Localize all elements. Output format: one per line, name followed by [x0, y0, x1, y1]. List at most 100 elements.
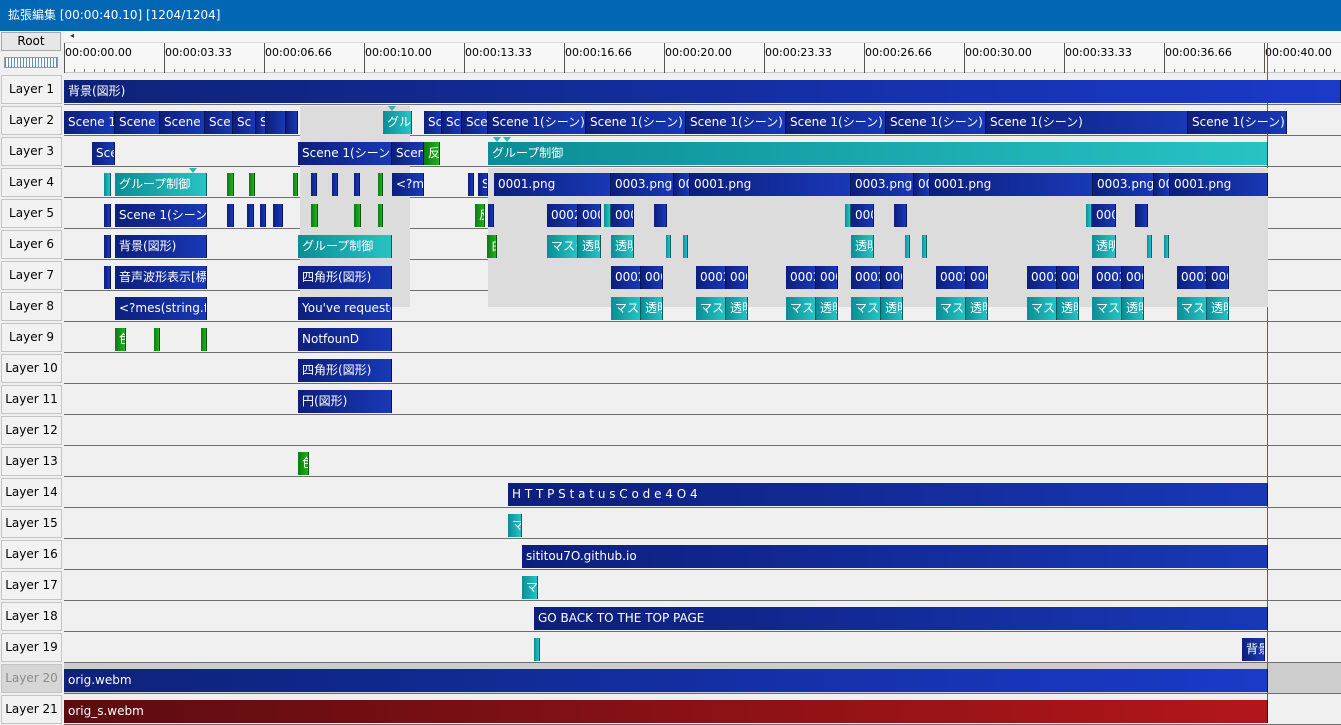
- layer-header[interactable]: Layer 11: [1, 385, 62, 414]
- timeline-object[interactable]: マスク: [611, 297, 641, 320]
- layer-track[interactable]: [64, 384, 1341, 415]
- horizontal-scrollbar[interactable]: [64, 31, 1341, 43]
- timeline-object[interactable]: マスク: [547, 235, 578, 258]
- timeline-object[interactable]: 透明: [816, 297, 838, 320]
- timeline-object[interactable]: Sce: [442, 111, 462, 134]
- timeline-object[interactable]: [293, 173, 298, 196]
- timeline-object[interactable]: 000: [1122, 266, 1144, 289]
- timeline-object[interactable]: Scene 1(シーン): [298, 142, 392, 165]
- timeline-object[interactable]: 000: [1057, 266, 1079, 289]
- timeline-object[interactable]: [227, 204, 234, 227]
- timeline-object[interactable]: Scene 1(シーン): [786, 111, 886, 134]
- timeline-object[interactable]: Scen: [462, 111, 488, 134]
- layer-track[interactable]: [64, 353, 1341, 384]
- timeline-object[interactable]: [654, 204, 667, 227]
- layer-track[interactable]: [64, 446, 1341, 477]
- timeline-object[interactable]: グループ制御: [115, 173, 207, 196]
- timeline-object[interactable]: 透明: [726, 297, 748, 320]
- timeline-object[interactable]: グループ制御: [383, 111, 412, 134]
- layer-header[interactable]: Layer 15: [1, 509, 62, 538]
- timeline-object[interactable]: 000: [816, 266, 838, 289]
- timeline-object[interactable]: マスク: [786, 297, 816, 320]
- timeline-object[interactable]: 0002: [547, 204, 578, 227]
- timeline-object[interactable]: orig.webm: [64, 669, 1268, 692]
- layer-header[interactable]: Layer 16: [1, 540, 62, 569]
- timeline-object[interactable]: Scene 1(シーン): [64, 111, 115, 134]
- timeline-object[interactable]: 色: [115, 328, 126, 351]
- timeline-object[interactable]: <?mes(string.format: [115, 297, 207, 320]
- timeline-object[interactable]: [104, 173, 111, 196]
- root-button[interactable]: Root: [1, 32, 61, 51]
- timeline-object[interactable]: マスク: [696, 297, 726, 320]
- timeline-object[interactable]: 透明: [611, 235, 634, 258]
- layer-track[interactable]: [64, 508, 1341, 539]
- timeline-object[interactable]: [1147, 235, 1152, 258]
- timeline-object[interactable]: 背景(図形): [115, 235, 207, 258]
- timeline-object[interactable]: Scene 1(シーン): [115, 204, 207, 227]
- timeline-object[interactable]: グループ制御: [488, 142, 1268, 165]
- timeline-object[interactable]: 白: [487, 235, 497, 258]
- layer-header[interactable]: Layer 2: [1, 106, 62, 135]
- layer-header[interactable]: Layer 21: [1, 695, 62, 724]
- timeline-object[interactable]: [260, 204, 266, 227]
- timeline-object[interactable]: 色: [298, 452, 309, 475]
- timeline-object[interactable]: [332, 173, 338, 196]
- layer-track[interactable]: [64, 570, 1341, 601]
- layer-header[interactable]: Layer 18: [1, 602, 62, 631]
- timeline-object[interactable]: [249, 173, 255, 196]
- timeline-object[interactable]: 背景: [1242, 638, 1265, 661]
- timeline-object[interactable]: [354, 204, 361, 227]
- timeline-object[interactable]: 透明: [851, 235, 874, 258]
- layer-header[interactable]: Layer 7: [1, 261, 62, 290]
- timeline-object[interactable]: マスク: [851, 297, 881, 320]
- layer-header[interactable]: Layer 9: [1, 323, 62, 352]
- timeline-object[interactable]: マスク: [1177, 297, 1207, 320]
- timeline-object[interactable]: [1164, 235, 1169, 258]
- timeline-object[interactable]: 000: [881, 266, 903, 289]
- timeline-object[interactable]: [266, 111, 286, 134]
- scroll-left-arrow-icon[interactable]: ◂: [66, 30, 78, 42]
- timeline-object[interactable]: Scene: [115, 111, 160, 134]
- timeline-object[interactable]: マスク: [936, 297, 966, 320]
- time-ruler[interactable]: 00:00:00.00 00:00:03.33 00:00:06.66 00:00:1…: [64, 43, 1341, 73]
- timeline-object[interactable]: 000: [966, 266, 988, 289]
- timeline-object[interactable]: 000: [641, 266, 663, 289]
- timeline-object[interactable]: 0001.png: [1170, 173, 1268, 196]
- timeline-object[interactable]: 0003.png: [851, 173, 914, 196]
- timeline-object[interactable]: [154, 328, 160, 351]
- timeline-object[interactable]: [922, 235, 927, 258]
- timeline-object[interactable]: sititou7O.github.io: [522, 545, 1268, 568]
- timeline-object[interactable]: 四角形(図形): [298, 359, 392, 382]
- timeline-object[interactable]: orig_s.webm: [64, 700, 1268, 723]
- timeline-object[interactable]: [534, 638, 540, 661]
- timeline-object[interactable]: Scene: [92, 142, 115, 165]
- timeline-object[interactable]: Scene 1(シーン): [986, 111, 1188, 134]
- timeline-object[interactable]: Scene: [392, 142, 424, 165]
- timeline-object[interactable]: [683, 235, 688, 258]
- zoom-scale-slider[interactable]: [4, 57, 58, 68]
- timeline-object[interactable]: 0002: [936, 266, 966, 289]
- timeline-object[interactable]: グループ制御: [298, 235, 392, 258]
- layer-track[interactable]: [64, 632, 1341, 663]
- timeline-object[interactable]: Scene 1(シーン): [886, 111, 986, 134]
- timeline-object[interactable]: [104, 235, 111, 258]
- timeline-object[interactable]: [488, 204, 494, 227]
- timeline-object[interactable]: 透明: [966, 297, 988, 320]
- timeline-object[interactable]: 反: [475, 204, 485, 227]
- timeline-object[interactable]: Sce: [205, 111, 233, 134]
- timeline-object[interactable]: 0004: [611, 204, 634, 227]
- timeline-object[interactable]: 背景(図形): [64, 80, 1341, 103]
- timeline-object[interactable]: [227, 173, 234, 196]
- timeline-object[interactable]: <?mes: [392, 173, 424, 196]
- timeline-object[interactable]: 00: [1154, 173, 1170, 196]
- timeline-object[interactable]: 透明: [881, 297, 903, 320]
- layer-header[interactable]: Layer 14: [1, 478, 62, 507]
- timeline-object[interactable]: [311, 204, 318, 227]
- layer-header[interactable]: Layer 4: [1, 168, 62, 197]
- timeline-object[interactable]: Sc: [233, 111, 256, 134]
- timeline-object[interactable]: [604, 204, 611, 227]
- timeline-object[interactable]: Scene 1(シーン): [586, 111, 686, 134]
- timeline-object[interactable]: 000: [726, 266, 748, 289]
- timeline-object[interactable]: 四角形(図形): [298, 266, 392, 289]
- timeline-object[interactable]: NotfounD: [298, 328, 392, 351]
